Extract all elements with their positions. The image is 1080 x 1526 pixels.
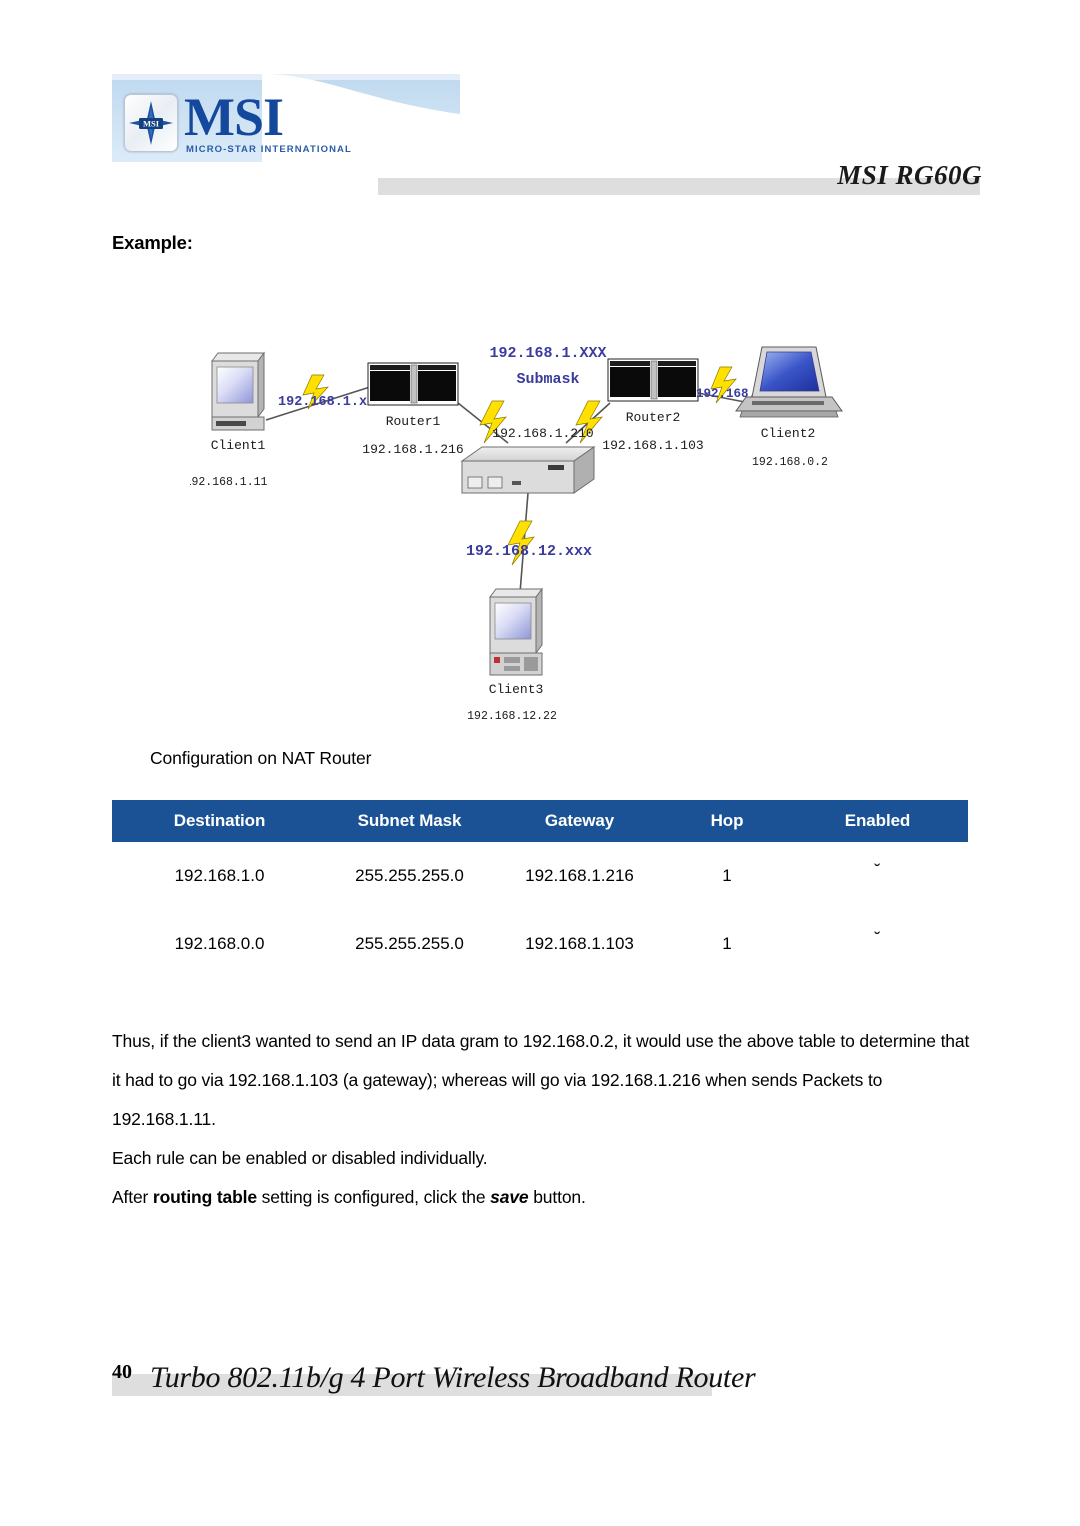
example-heading: Example:	[112, 232, 193, 253]
header-model-name: MSI RG60G	[837, 160, 982, 190]
network-topology-diagram: Client1 192.168.1.11 192.168.1.xxx Route…	[190, 325, 850, 730]
routing-table-body: 192.168.1.0 255.255.255.0 192.168.1.216 …	[112, 842, 968, 978]
subnet-label-line1: 192.168.1.XXX	[489, 345, 606, 362]
column-header-destination: Destination	[112, 800, 327, 842]
router2-ip: 192.168.1.103	[602, 438, 703, 453]
client2-ip: 192.168.0.2	[752, 456, 828, 469]
enabled-checkbox-icon[interactable]: ˘	[875, 930, 881, 947]
subnet-label-line2: Submask	[516, 371, 579, 388]
save-note-save-keyword: save	[490, 1187, 529, 1207]
router2-label: Router2	[626, 410, 681, 425]
link-label-switch-client3: 192.168.12.xxx	[466, 543, 592, 560]
msi-logo: MSI MSI MICRO-STAR INTERNATIONAL	[112, 74, 460, 162]
logo-tagline: MICRO-STAR INTERNATIONAL	[186, 144, 352, 155]
cell-subnet-mask: 255.255.255.0	[355, 866, 464, 885]
client1-label: Client1	[211, 438, 266, 453]
client1-ip: 192.168.1.11	[190, 476, 267, 489]
node-client1: Client1 192.168.1.11	[190, 351, 267, 489]
save-note-middle: setting is configured, click the	[256, 1187, 491, 1207]
cell-enabled: ˘	[787, 910, 968, 978]
paragraph-save-note: After routing table setting is configure…	[112, 1178, 974, 1217]
cell-gateway: 192.168.1.216	[525, 866, 634, 885]
footer-page-number: 40	[112, 1361, 132, 1383]
badge-text: MSI	[143, 119, 160, 129]
table-caption: Configuration on NAT Router	[150, 748, 372, 768]
cell-destination: 192.168.1.0	[174, 866, 265, 885]
router1-ip: 192.168.1.216	[362, 442, 463, 457]
routing-table-head: Destination Subnet Mask Gateway Hop Enab…	[112, 800, 968, 842]
save-note-after: button.	[528, 1187, 586, 1207]
node-client2: Client2 192.168.0.2	[735, 346, 843, 469]
paragraph-rule-note: Each rule can be enabled or disabled ind…	[112, 1148, 488, 1168]
column-header-enabled: Enabled	[787, 800, 968, 842]
msi-badge: MSI	[124, 94, 178, 152]
table-row: 192.168.0.0 255.255.255.0 192.168.1.103 …	[112, 910, 968, 978]
cell-destination: 192.168.0.0	[174, 934, 265, 953]
client3-ip: 192.168.12.22	[467, 710, 557, 723]
compass-star-icon: MSI	[129, 101, 173, 145]
client2-label: Client2	[761, 426, 816, 441]
save-note-routing-table: routing table	[152, 1187, 257, 1207]
enabled-checkbox-icon[interactable]: ˘	[875, 862, 881, 879]
paragraph-explanation: Thus, if the client3 wanted to send an I…	[112, 1031, 970, 1129]
save-note-before: After	[112, 1187, 153, 1207]
node-router2: Router2 192.168.1.103	[602, 358, 704, 453]
cell-subnet-mask: 255.255.255.0	[355, 934, 464, 953]
router1-label: Router1	[386, 414, 441, 429]
switch-ip-label: 192.168.1.210	[492, 426, 593, 441]
column-header-hop: Hop	[667, 800, 787, 842]
subnet-annotation: 192.168.1.XXX Submask	[489, 345, 606, 388]
client3-label: Client3	[489, 682, 544, 697]
table-row: 192.168.1.0 255.255.255.0 192.168.1.216 …	[112, 842, 968, 910]
logo-wordmark: MSI	[184, 87, 284, 147]
wireless-switch-links: 192.168.1.210	[479, 400, 603, 444]
node-client3: Client3 192.168.12.22	[467, 587, 557, 723]
column-header-subnet-mask: Subnet Mask	[327, 800, 492, 842]
cell-hop: 1	[722, 866, 732, 885]
cell-enabled: ˘	[787, 842, 968, 910]
cell-hop: 1	[722, 934, 732, 953]
routing-table-header-row: Destination Subnet Mask Gateway Hop Enab…	[112, 800, 968, 842]
cell-gateway: 192.168.1.103	[525, 934, 634, 953]
body-text-block: Thus, if the client3 wanted to send an I…	[112, 1022, 974, 1217]
footer-product-title: Turbo 802.11b/g 4 Port Wireless Broadban…	[150, 1361, 756, 1394]
node-switch	[460, 446, 596, 494]
column-header-gateway: Gateway	[492, 800, 667, 842]
routing-table: Destination Subnet Mask Gateway Hop Enab…	[112, 800, 968, 978]
wireless-switch-client3: 192.168.12.xxx	[466, 520, 592, 566]
node-router1: Router1 192.168.1.216	[362, 362, 464, 457]
diagram-canvas: Client1 192.168.1.11 192.168.1.xxx Route…	[190, 345, 843, 723]
